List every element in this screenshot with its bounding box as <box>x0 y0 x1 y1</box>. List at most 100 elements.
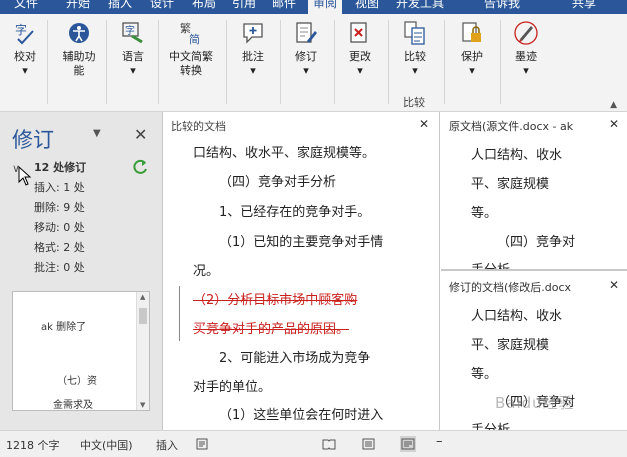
tab-references[interactable]: 引用 <box>232 0 256 12</box>
revision-summary: 12 处修订 <box>34 161 87 174</box>
print-layout-icon[interactable] <box>362 438 375 450</box>
chevron-down-icon: ▾ <box>303 64 309 77</box>
group-divider <box>388 20 389 104</box>
close-icon[interactable]: ✕ <box>606 117 620 131</box>
doc-line: 1、已经存在的竞争对手。 <box>219 205 371 220</box>
doc-line: 等。 <box>471 206 498 221</box>
revision-list[interactable]: ak 删除了 （七）资 金需求及 ▲ ▼ <box>12 291 150 411</box>
tab-tell-me[interactable]: 告诉我 <box>484 0 520 12</box>
scroll-up-icon[interactable]: ▲ <box>140 293 145 301</box>
scroll-thumb[interactable] <box>139 308 147 324</box>
ink-button[interactable]: 墨迹 ▾ <box>508 20 544 78</box>
deleted-line: （2）分析目标市场中顾客购 <box>193 293 358 308</box>
accessibility-icon <box>69 23 89 43</box>
chinese-convert-icon: 繁简 <box>180 21 200 46</box>
tab-file[interactable]: 文件 <box>14 0 38 12</box>
doc-line: （1）这些单位会在何时进入 <box>219 408 384 423</box>
original-document[interactable]: 原文档(源文件.docx - ak ✕ 人口结构、收水 平、家庭规模 等。 （四… <box>441 112 627 271</box>
comment-icon <box>243 23 263 44</box>
chinese-convert-button[interactable]: 繁简 中文简繁转换 <box>166 20 216 78</box>
tracking-button[interactable]: 修订 ▾ <box>288 20 324 78</box>
group-divider <box>334 20 335 104</box>
doc-line: 口结构、收水平、家庭规模等。 <box>193 146 376 161</box>
svg-text:字: 字 <box>125 24 135 37</box>
compare-icon <box>404 21 425 45</box>
stat-insert: 插入: 1 处 <box>34 181 85 194</box>
word-count[interactable]: 1218 个字 <box>6 437 60 453</box>
tab-view[interactable]: 视图 <box>355 0 379 12</box>
tab-layout[interactable]: 布局 <box>192 0 216 12</box>
compared-doc-title: 比较的文档 <box>171 120 226 133</box>
ink-icon <box>514 21 538 45</box>
chevron-down-icon: ▾ <box>357 64 363 77</box>
compare-button[interactable]: 比较 ▾ <box>398 20 432 78</box>
doc-line: 人口结构、收水 <box>471 309 563 324</box>
stat-format: 格式: 2 处 <box>34 241 85 254</box>
chevron-down-icon: ▾ <box>22 64 28 77</box>
language-icon: 字 <box>122 22 143 44</box>
svg-text:简: 简 <box>189 32 200 46</box>
doc-line: （四）竞争对 <box>497 235 576 250</box>
stat-comment: 批注: 0 处 <box>34 261 85 274</box>
doc-line: 况。 <box>193 264 220 279</box>
chevron-down-icon: ▾ <box>412 64 418 77</box>
list-scrollbar[interactable]: ▲ ▼ <box>136 292 149 410</box>
doc-line: 人口结构、收水 <box>471 148 563 163</box>
tab-insert[interactable]: 插入 <box>108 0 132 12</box>
group-divider <box>226 20 227 104</box>
mouse-cursor-icon <box>18 166 32 186</box>
close-icon[interactable]: ✕ <box>134 125 147 144</box>
close-icon[interactable]: ✕ <box>419 117 429 131</box>
insert-mode[interactable]: 插入 <box>156 437 178 453</box>
svg-text:字: 字 <box>15 22 27 37</box>
tab-home[interactable]: 开始 <box>66 0 90 12</box>
read-mode-icon[interactable] <box>322 438 336 450</box>
changes-icon <box>350 22 367 43</box>
watermark: Baidu经验 <box>495 394 575 412</box>
ribbon-tabs: 文件 开始 插入 设计 布局 引用 邮件 审阅 视图 开发工具 告诉我 共享 <box>0 0 627 14</box>
compared-document[interactable]: 比较的文档 ✕ 口结构、收水平、家庭规模等。 （四）竞争对手分析 1、已经存在的… <box>163 112 440 430</box>
language-status[interactable]: 中文(中国) <box>80 437 133 453</box>
group-divider <box>106 20 107 104</box>
proofing-button[interactable]: 字 校对 ▾ <box>10 20 40 78</box>
refresh-icon[interactable] <box>131 158 149 176</box>
doc-line: 对手的单位。 <box>193 380 272 395</box>
close-icon[interactable]: ✕ <box>606 278 620 292</box>
doc-line: （1）已知的主要竞争对手情 <box>219 235 384 250</box>
changes-button[interactable]: 更改 ▾ <box>342 20 378 78</box>
original-doc-title: 原文档(源文件.docx - ak <box>449 120 574 133</box>
pane-options-icon[interactable]: ▼ <box>93 128 101 139</box>
web-layout-icon[interactable] <box>400 436 416 452</box>
tab-mailings[interactable]: 邮件 <box>272 0 296 12</box>
group-divider <box>47 20 48 104</box>
doc-line: 手分析 <box>471 263 511 271</box>
tab-share[interactable]: 共享 <box>572 0 596 12</box>
tab-review[interactable]: 审阅 <box>308 0 343 14</box>
chevron-down-icon: ▾ <box>523 64 529 77</box>
doc-line: 手分析 <box>471 419 510 430</box>
group-divider <box>500 20 501 104</box>
revisions-title: 修订 <box>12 128 54 152</box>
collapse-ribbon-icon[interactable]: ▲ <box>610 100 617 110</box>
stat-delete: 删除: 9 处 <box>34 201 85 214</box>
group-divider <box>158 20 159 104</box>
zoom-out-icon[interactable]: – <box>436 434 443 449</box>
stat-move: 移动: 0 处 <box>34 221 85 234</box>
chevron-down-icon: ▾ <box>250 64 256 77</box>
group-divider <box>444 20 445 104</box>
tab-developer[interactable]: 开发工具 <box>396 0 444 12</box>
macro-icon[interactable] <box>196 438 208 450</box>
change-bar <box>179 286 180 341</box>
doc-line: 等。 <box>471 367 498 382</box>
revision-stats: 12 处修订 插入: 1 处 删除: 9 处 移动: 0 处 格式: 2 处 批… <box>34 158 86 278</box>
doc-line: 平、家庭规模 <box>471 177 550 192</box>
doc-line: （四）竞争对手分析 <box>219 175 337 190</box>
status-bar: 1218 个字 中文(中国) 插入 – <box>0 430 627 457</box>
accessibility-button[interactable]: 辅助功能 <box>57 20 101 78</box>
comments-button[interactable]: 批注 ▾ <box>236 20 270 78</box>
scroll-down-icon[interactable]: ▼ <box>140 401 145 409</box>
tab-design[interactable]: 设计 <box>150 0 174 12</box>
language-button[interactable]: 字 语言 ▾ <box>116 20 150 78</box>
protect-button[interactable]: 保护 ▾ <box>454 20 490 78</box>
chevron-down-icon: ▾ <box>130 64 136 77</box>
